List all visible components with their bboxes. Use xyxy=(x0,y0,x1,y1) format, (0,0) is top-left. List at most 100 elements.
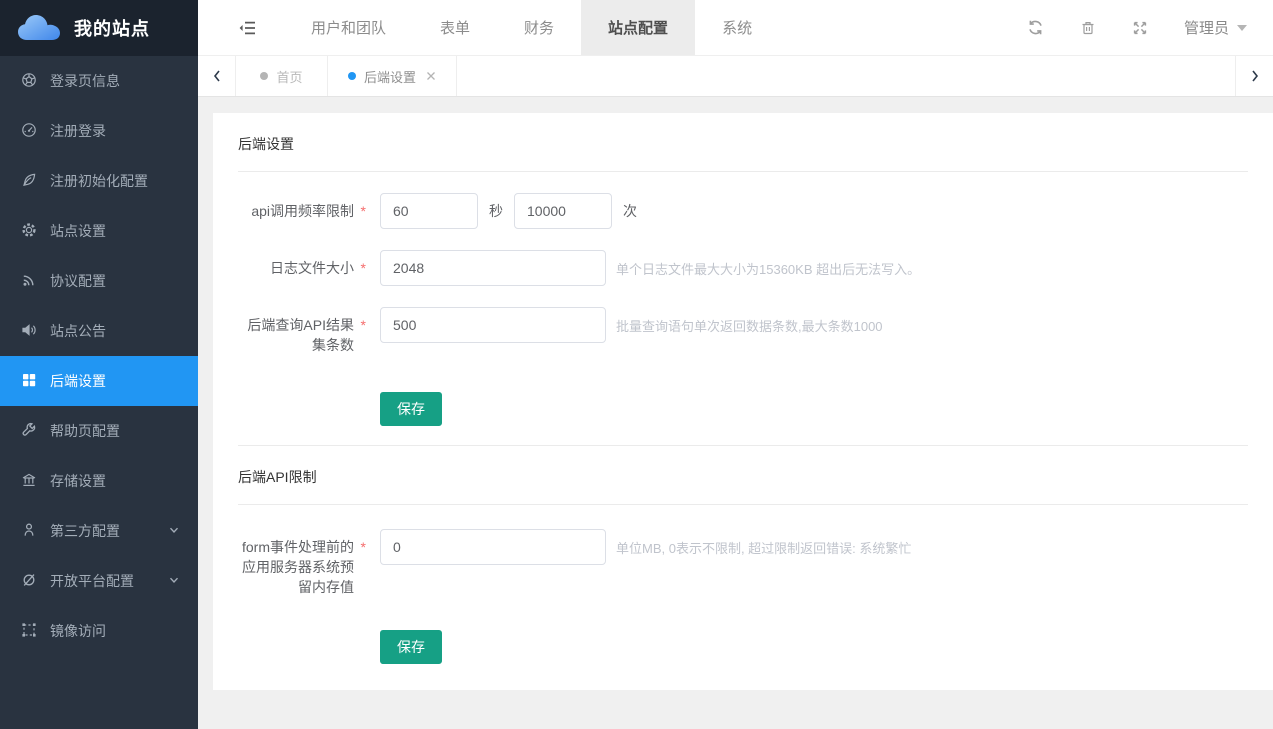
mirror-icon xyxy=(21,622,37,641)
sidebar-item-label: 注册登录 xyxy=(50,121,106,141)
grid-icon xyxy=(21,372,37,391)
required-asterisk: * xyxy=(361,258,366,278)
reserved-memory-input[interactable] xyxy=(380,529,606,565)
speaker-icon xyxy=(21,322,37,341)
sidebar-item-site-announcement[interactable]: 站点公告 xyxy=(0,306,198,356)
section-title-backend-api-limit: 后端API限制 xyxy=(238,446,1248,504)
person-icon xyxy=(21,522,37,541)
field-label: 后端查询API结果集条数 * xyxy=(238,307,368,355)
sidebar-item-label: 协议配置 xyxy=(50,271,106,291)
nav-forms[interactable]: 表单 xyxy=(413,0,497,55)
form-field-log-file-size: 日志文件大小 * 单个日志文件最大大小为15360KB 超出后无法写入。 xyxy=(238,250,1248,286)
sidebar-item-help-page-config[interactable]: 帮助页配置 xyxy=(0,406,198,456)
tab-status-dot xyxy=(348,72,356,80)
bank-icon xyxy=(21,472,37,491)
field-label-text: 后端查询API结果集条数 xyxy=(247,317,354,353)
sidebar-item-label: 存储设置 xyxy=(50,471,106,491)
globe-icon xyxy=(21,72,37,91)
chevron-down-icon xyxy=(168,573,180,589)
api-rate-seconds-input[interactable] xyxy=(380,193,478,229)
sidebar-item-label: 后端设置 xyxy=(50,371,106,391)
log-file-size-input[interactable] xyxy=(380,250,606,286)
divider xyxy=(238,171,1248,172)
sidebar-item-label: 开放平台配置 xyxy=(50,571,134,591)
menu-fold-icon[interactable] xyxy=(238,0,256,55)
save-row: 保存 xyxy=(380,630,1248,664)
required-asterisk: * xyxy=(361,201,366,221)
tabs-scroll-left-icon[interactable] xyxy=(198,56,236,96)
nav-label: 站点配置 xyxy=(608,17,668,38)
field-hint: 单位MB, 0表示不限制, 超过限制返回错误: 系统繁忙 xyxy=(616,538,911,557)
tab-home[interactable]: 首页 xyxy=(236,56,328,96)
sidebar-item-label: 站点设置 xyxy=(50,221,106,241)
header-actions: 管理员 xyxy=(1027,0,1273,55)
field-label: api调用频率限制 * xyxy=(238,193,368,221)
planet-icon xyxy=(21,572,37,591)
settings-panel: 后端设置 api调用频率限制 * 秒 次 xyxy=(213,113,1273,690)
nav-users-teams[interactable]: 用户和团队 xyxy=(284,0,413,55)
sidebar-item-register-init-config[interactable]: 注册初始化配置 xyxy=(0,156,198,206)
nav-label: 财务 xyxy=(524,17,554,38)
sidebar-item-mirror-access[interactable]: 镜像访问 xyxy=(0,606,198,656)
nav-label: 用户和团队 xyxy=(311,17,386,38)
field-hint: 单个日志文件最大大小为15360KB 超出后无法写入。 xyxy=(616,259,920,278)
tab-backend-settings[interactable]: 后端设置 xyxy=(328,56,457,96)
save-button-backend-api-limit[interactable]: 保存 xyxy=(380,630,442,664)
sidebar-menu: 登录页信息 注册登录 注册初始化配置 站点设置 协议配置 站点公告 xyxy=(0,56,198,729)
user-menu[interactable]: 管理员 xyxy=(1184,17,1247,38)
trash-icon[interactable] xyxy=(1080,20,1096,36)
api-rate-count-input[interactable] xyxy=(514,193,612,229)
pen-icon xyxy=(21,172,37,191)
sidebar-item-label: 第三方配置 xyxy=(50,521,120,541)
nav-label: 表单 xyxy=(440,17,470,38)
save-row: 保存 xyxy=(380,392,1248,426)
app-window: 我的站点 登录页信息 注册登录 注册初始化配置 站点设置 协议配置 xyxy=(0,0,1273,729)
tab-label: 后端设置 xyxy=(364,67,416,86)
sidebar-item-register-login[interactable]: 注册登录 xyxy=(0,106,198,156)
refresh-icon[interactable] xyxy=(1027,19,1044,36)
field-label: form事件处理前的应用服务器系统预留内存值 * xyxy=(238,529,368,597)
section-title-backend-settings: 后端设置 xyxy=(238,113,1248,171)
gauge-icon xyxy=(21,122,37,141)
sidebar-item-login-page-info[interactable]: 登录页信息 xyxy=(0,56,198,106)
fullscreen-icon[interactable] xyxy=(1132,20,1148,36)
nav-finance[interactable]: 财务 xyxy=(497,0,581,55)
field-label-text: 日志文件大小 xyxy=(270,260,354,276)
form-field-api-result-rows: 后端查询API结果集条数 * 批量查询语句单次返回数据条数,最大条数1000 xyxy=(238,307,1248,355)
close-icon[interactable] xyxy=(426,71,436,81)
sidebar-item-label: 站点公告 xyxy=(50,321,106,341)
sidebar-item-backend-settings[interactable]: 后端设置 xyxy=(0,356,198,406)
divider xyxy=(238,504,1248,505)
form-field-api-rate-limit: api调用频率限制 * 秒 次 xyxy=(238,193,1248,229)
tab-status-dot xyxy=(260,72,268,80)
field-label: 日志文件大小 * xyxy=(238,250,368,278)
sidebar-item-label: 注册初始化配置 xyxy=(50,171,148,191)
tabs-scroll-right-icon[interactable] xyxy=(1235,56,1273,96)
sidebar-item-storage-settings[interactable]: 存储设置 xyxy=(0,456,198,506)
sidebar-item-protocol-config[interactable]: 协议配置 xyxy=(0,256,198,306)
sidebar-item-label: 登录页信息 xyxy=(50,71,120,91)
nav-system[interactable]: 系统 xyxy=(695,0,779,55)
api-result-rows-input[interactable] xyxy=(380,307,606,343)
unit-label-times: 次 xyxy=(623,201,637,221)
sidebar-item-open-platform-config[interactable]: 开放平台配置 xyxy=(0,556,198,606)
cloud-logo-icon xyxy=(16,12,62,44)
sidebar-item-site-settings[interactable]: 站点设置 xyxy=(0,206,198,256)
page-tabbar: 首页 后端设置 xyxy=(198,56,1273,97)
unit-label-seconds: 秒 xyxy=(489,201,503,221)
required-asterisk: * xyxy=(361,537,366,557)
content-area: 后端设置 api调用频率限制 * 秒 次 xyxy=(198,97,1273,729)
site-title: 我的站点 xyxy=(74,15,150,41)
field-label-text: api调用频率限制 xyxy=(251,203,354,219)
sidebar-item-third-party-config[interactable]: 第三方配置 xyxy=(0,506,198,556)
nav-site-config[interactable]: 站点配置 xyxy=(581,0,695,55)
caret-down-icon xyxy=(1237,25,1247,31)
save-button-backend-settings[interactable]: 保存 xyxy=(380,392,442,426)
sidebar-item-label: 帮助页配置 xyxy=(50,421,120,441)
required-asterisk: * xyxy=(361,315,366,335)
wrench-icon xyxy=(21,422,37,441)
field-label-text: form事件处理前的应用服务器系统预留内存值 xyxy=(242,539,354,595)
top-header: 用户和团队 表单 财务 站点配置 系统 管理员 xyxy=(198,0,1273,56)
gear-icon xyxy=(21,222,37,241)
rss-icon xyxy=(21,272,37,291)
